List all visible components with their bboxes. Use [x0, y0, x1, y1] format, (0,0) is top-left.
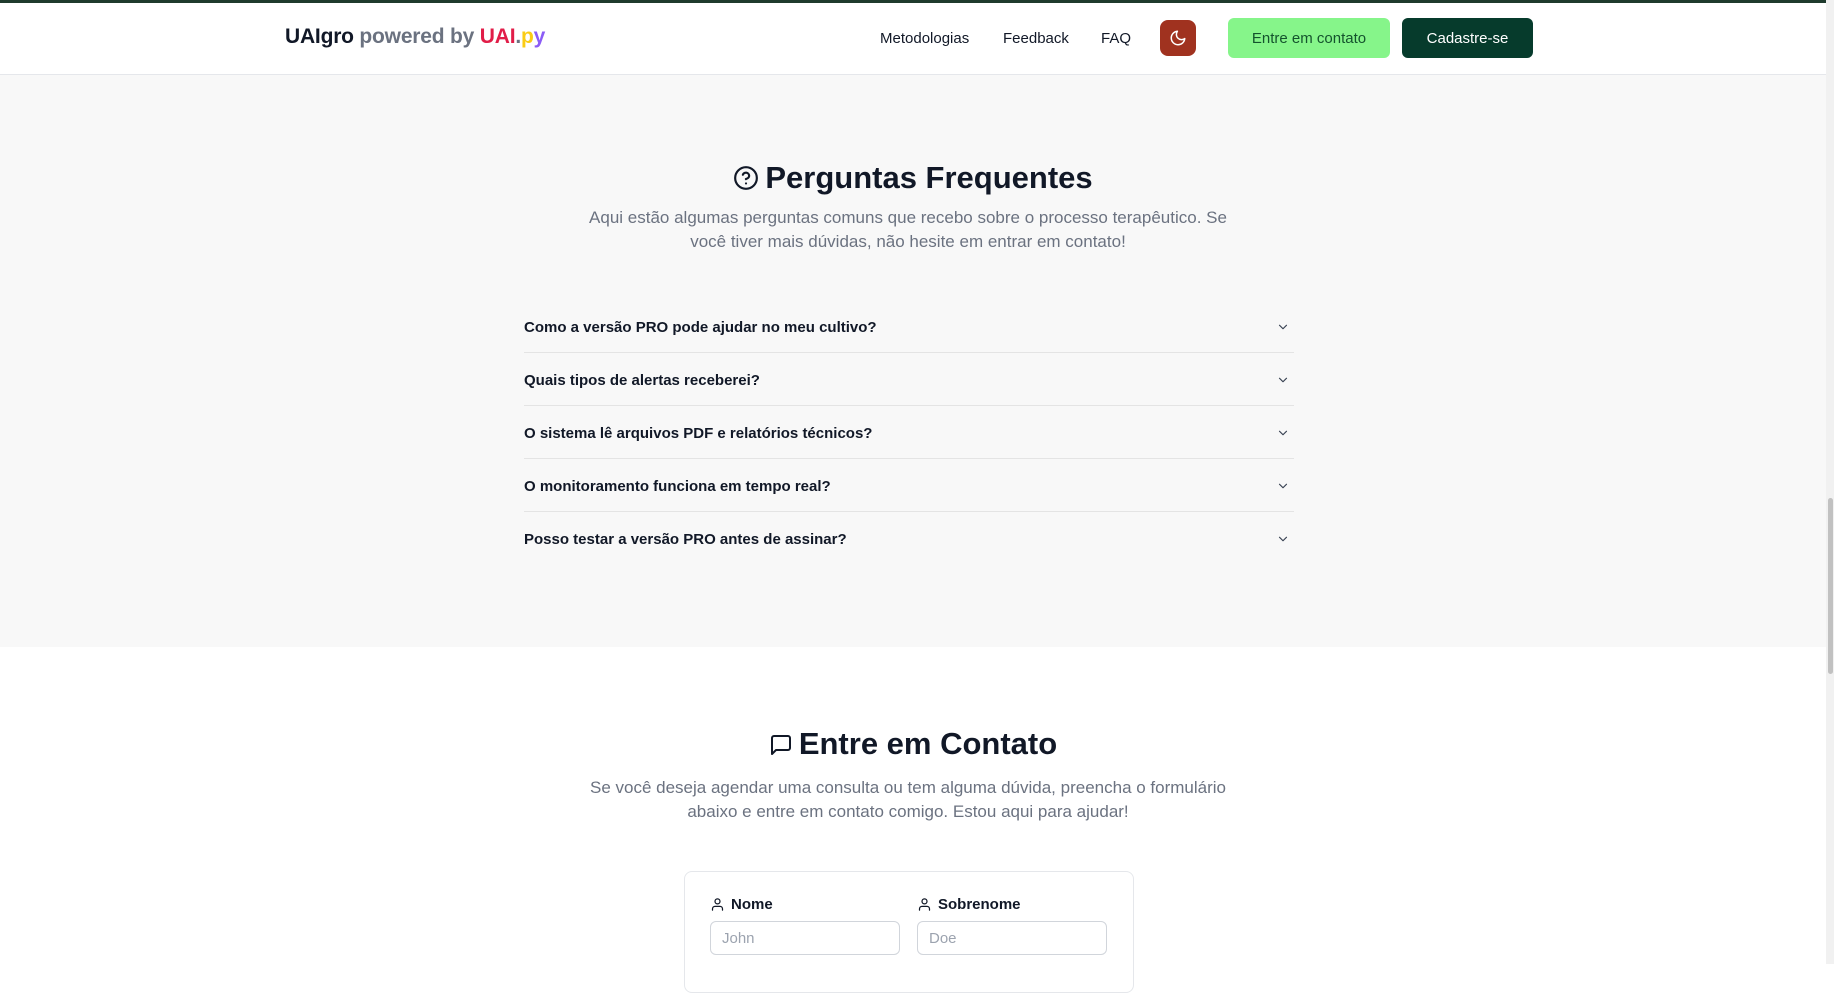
scrollbar-thumb[interactable] [1828, 498, 1833, 674]
brand-logo[interactable]: UAIgro powered by UAI.py [285, 25, 545, 49]
user-icon [918, 898, 931, 911]
first-name-label-text: Nome [731, 896, 773, 913]
faq-item[interactable]: O sistema lê arquivos PDF e relatórios t… [524, 406, 1294, 459]
message-square-icon [770, 735, 791, 755]
faq-question: Posso testar a versão PRO antes de assin… [524, 531, 847, 548]
brand-uai: UAI [479, 25, 516, 48]
nav-link-metodologias[interactable]: Metodologias [880, 30, 969, 47]
faq-item[interactable]: O monitoramento funciona em tempo real? [524, 459, 1294, 512]
signup-button[interactable]: Cadastre-se [1402, 18, 1533, 58]
help-circle-icon [734, 166, 759, 190]
nav-link-faq[interactable]: FAQ [1101, 30, 1131, 47]
first-name-label: Nome [710, 896, 773, 913]
contact-form-card: Nome Sobrenome [684, 871, 1134, 993]
faq-question: O sistema lê arquivos PDF e relatórios t… [524, 425, 873, 442]
faq-accordion: Como a versão PRO pode ajudar no meu cul… [524, 300, 1294, 564]
theme-toggle-button[interactable] [1160, 20, 1196, 56]
faq-question: Quais tipos de alertas receberei? [524, 372, 760, 389]
chevron-down-icon [1278, 324, 1288, 330]
scrollbar-track[interactable] [1826, 0, 1834, 964]
faq-title-text: Perguntas Frequentes [765, 160, 1093, 195]
faq-item[interactable]: Quais tipos de alertas receberei? [524, 353, 1294, 406]
contact-subtitle: Se você deseja agendar uma consulta ou t… [590, 778, 1226, 821]
faq-item[interactable]: Posso testar a versão PRO antes de assin… [524, 512, 1294, 564]
user-icon [711, 898, 724, 911]
faq-title: Perguntas Frequentes [0, 160, 1826, 196]
last-name-label-text: Sobrenome [938, 896, 1021, 913]
chevron-down-icon [1278, 377, 1288, 383]
brand-y: y [533, 25, 546, 48]
brand-p: p [520, 25, 534, 48]
brand-name: UAIgro [285, 25, 354, 48]
brand-powered-by: powered by [353, 25, 480, 48]
chevron-down-icon [1278, 536, 1288, 542]
navbar: UAIgro powered by UAI.py Metodologias Fe… [0, 3, 1826, 75]
faq-question: O monitoramento funciona em tempo real? [524, 478, 831, 495]
nav-link-feedback[interactable]: Feedback [1003, 30, 1069, 47]
last-name-label: Sobrenome [917, 896, 1021, 913]
faq-item[interactable]: Como a versão PRO pode ajudar no meu cul… [524, 300, 1294, 353]
last-name-input[interactable] [917, 921, 1107, 955]
chevron-down-icon [1278, 483, 1288, 489]
faq-question: Como a versão PRO pode ajudar no meu cul… [524, 319, 877, 336]
chevron-down-icon [1278, 430, 1288, 436]
first-name-input[interactable] [710, 921, 900, 955]
faq-subtitle: Aqui estão algumas perguntas comuns que … [589, 208, 1227, 251]
contact-title-text: Entre em Contato [798, 726, 1058, 761]
contact-title: Entre em Contato [0, 726, 1826, 762]
contact-button[interactable]: Entre em contato [1228, 18, 1390, 58]
moon-icon [1170, 30, 1186, 46]
